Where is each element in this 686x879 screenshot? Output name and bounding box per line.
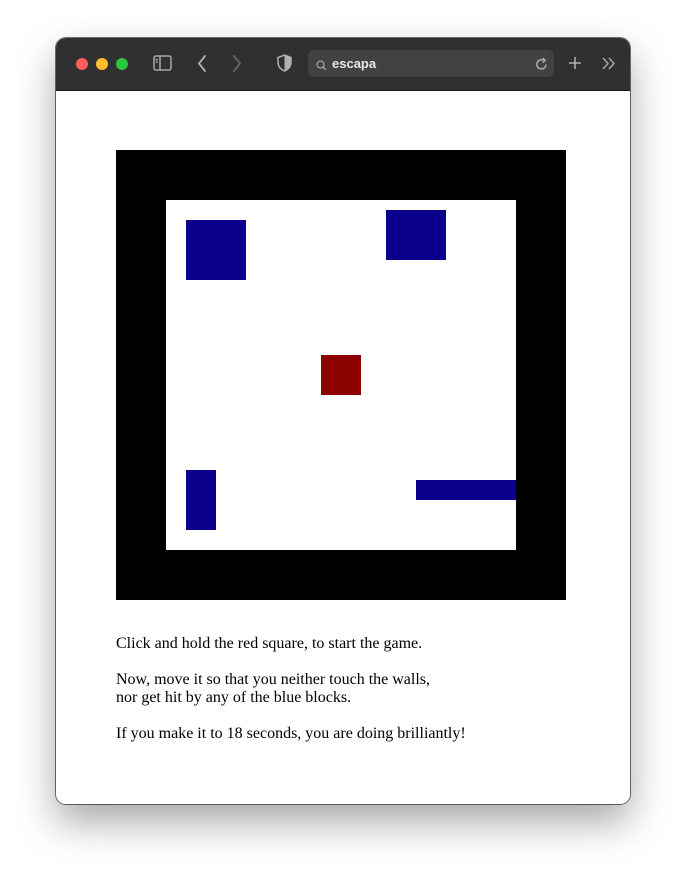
new-tab-plus-icon[interactable] (568, 56, 582, 73)
zoom-window-button[interactable] (116, 58, 128, 70)
reload-icon[interactable] (535, 57, 548, 74)
privacy-shield-icon[interactable] (277, 54, 292, 75)
red-square-player[interactable] (321, 355, 361, 395)
back-chevron-icon[interactable] (197, 55, 207, 75)
address-text: escapa (332, 56, 377, 71)
address-bar[interactable]: escapa (308, 50, 554, 77)
forward-chevron-icon[interactable] (232, 55, 242, 75)
blue-block-3 (186, 470, 216, 530)
instructions: Click and hold the red square, to start … (116, 635, 556, 761)
more-chevrons-icon[interactable] (602, 57, 616, 73)
close-window-button[interactable] (76, 58, 88, 70)
blue-block-1 (186, 220, 246, 280)
sidebar-toggle-icon[interactable] (153, 55, 172, 74)
instruction-start: Click and hold the red square, to start … (116, 635, 423, 652)
blue-block-4 (416, 480, 516, 500)
browser-toolbar: escapa (56, 38, 630, 91)
minimize-window-button[interactable] (96, 58, 108, 70)
instruction-move: Now, move it so that you neither touch t… (116, 671, 431, 706)
page-content: Click and hold the red square, to start … (56, 91, 630, 804)
game-board-wall (116, 150, 566, 600)
search-icon (316, 58, 327, 74)
instruction-goal: If you make it to 18 seconds, you are do… (116, 725, 466, 742)
play-area (166, 200, 516, 550)
browser-window: escapa Click and hold the red square, to… (56, 38, 630, 804)
blue-block-2 (386, 210, 446, 260)
